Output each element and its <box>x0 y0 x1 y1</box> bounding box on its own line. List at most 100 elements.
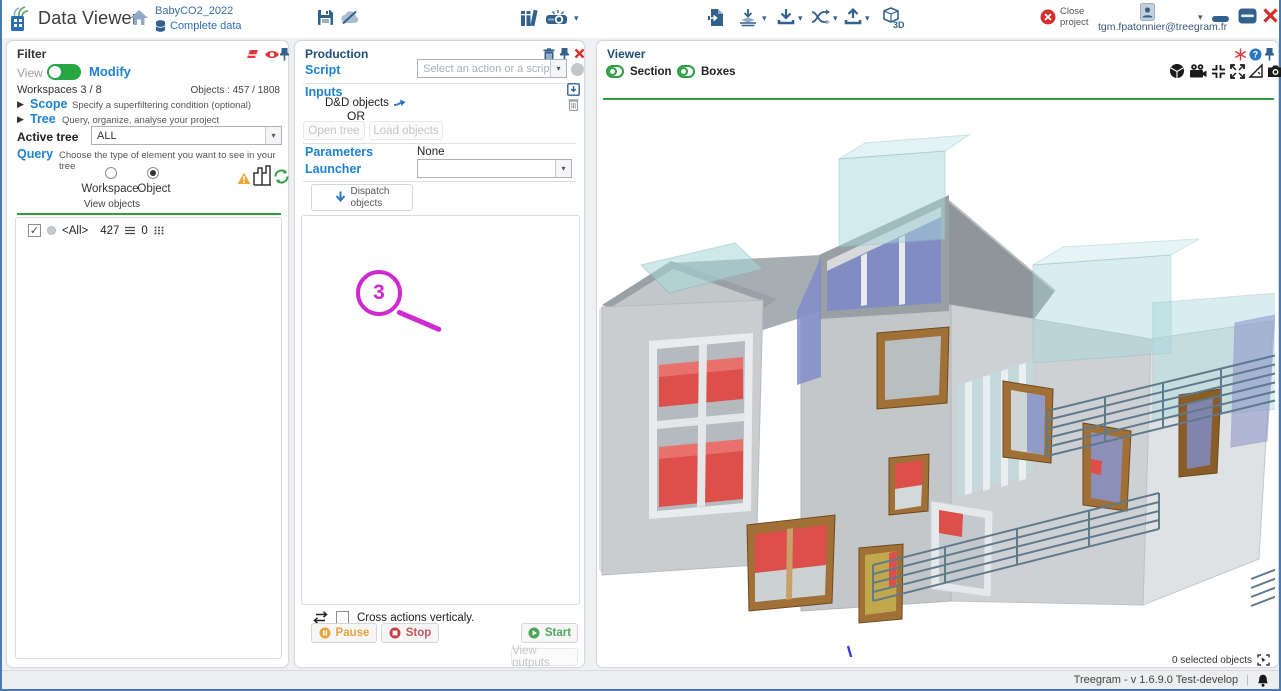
toggle-knob <box>49 66 61 78</box>
object-radio-label[interactable]: Object <box>133 183 175 195</box>
projector-icon[interactable] <box>545 9 569 27</box>
download-icon[interactable] <box>777 8 795 26</box>
filter-panel: Filter View Modify Workspaces 3 / 8 Obje… <box>6 40 289 668</box>
workspace-radio[interactable] <box>105 167 117 179</box>
tree-list[interactable]: ✓ <All> 427 0 <box>15 217 282 659</box>
launcher-caret: ▾ <box>555 160 571 177</box>
save-input-icon[interactable] <box>567 83 580 96</box>
active-tree-select[interactable]: ALL ▾ <box>91 126 282 145</box>
svg-text:3D: 3D <box>893 20 905 29</box>
query-label[interactable]: Query <box>17 147 53 161</box>
minimize-icon[interactable] <box>1212 16 1229 22</box>
selection-status: 0 selected objects <box>1172 654 1270 666</box>
import-onto-stack-icon[interactable] <box>738 8 758 27</box>
scope-expander-icon[interactable]: ▶ <box>17 99 24 110</box>
cube-3d-icon[interactable]: 3D <box>882 7 906 29</box>
close-window-icon[interactable] <box>1262 7 1279 24</box>
project-data-link[interactable]: Complete data <box>170 20 242 32</box>
zoom-fit-in-icon[interactable] <box>1211 64 1226 79</box>
active-tree-label: Active tree <box>17 130 78 144</box>
selected-objects-count: 0 selected objects <box>1172 655 1252 666</box>
objects-count: Objects : 457 / 1808 <box>190 85 280 96</box>
tree-label[interactable]: Tree <box>30 112 56 126</box>
version-label: Treegram - v 1.6.9.0 Test-develop <box>1074 674 1238 686</box>
library-icon[interactable] <box>520 8 538 27</box>
zoom-extents-icon[interactable] <box>1230 64 1245 79</box>
dispatch-objects-button[interactable]: Dispatch objects <box>311 184 413 211</box>
start-button[interactable]: Start <box>521 623 578 643</box>
stop-button[interactable]: Stop <box>381 623 439 643</box>
refresh-icon[interactable] <box>273 168 290 185</box>
home-icon[interactable] <box>129 9 149 26</box>
clear-inputs-trash-icon[interactable] <box>568 98 579 111</box>
divider <box>303 181 576 182</box>
pin-icon[interactable] <box>1264 47 1275 61</box>
pause-button[interactable]: Pause <box>311 623 377 643</box>
dnd-objects-row[interactable]: D&D objects <box>325 97 406 109</box>
building-3d-model[interactable] <box>599 101 1275 657</box>
filter-divider <box>17 213 281 215</box>
boxes-toggle[interactable] <box>677 65 695 78</box>
view-modify-toggle[interactable] <box>47 64 81 80</box>
boxes-toggle-knob <box>679 67 688 76</box>
import-report-icon[interactable] <box>708 8 724 27</box>
close-project-icon[interactable] <box>1040 9 1056 25</box>
view-label: View <box>17 66 43 80</box>
shuffle-caret[interactable]: ▾ <box>833 14 838 23</box>
top-toolbar: Data Viewer BabyCO2_2022 Complete data ▾… <box>2 0 1279 38</box>
save-icon[interactable] <box>317 9 334 26</box>
section-toggle[interactable] <box>606 65 624 78</box>
pause-label: Pause <box>336 627 370 639</box>
open-tree-button[interactable]: Open tree <box>303 121 365 140</box>
boxes-toggle-label[interactable]: Boxes <box>701 66 736 78</box>
projector-dropdown-caret[interactable]: ▾ <box>574 14 579 23</box>
user-badge-icon[interactable] <box>1140 3 1155 21</box>
orbit-cube-icon[interactable] <box>1169 63 1185 79</box>
snowflake-icon[interactable] <box>1234 48 1247 61</box>
movie-camera-icon[interactable] <box>1189 64 1207 78</box>
scope-label[interactable]: Scope <box>30 97 68 111</box>
maximize-icon[interactable] <box>1238 8 1257 24</box>
pin-icon[interactable] <box>279 47 290 61</box>
download-caret[interactable]: ▾ <box>798 14 803 23</box>
viewer-divider <box>603 98 1274 100</box>
view-outputs-button[interactable]: View outputs <box>511 648 578 666</box>
view-objects-label[interactable]: View objects <box>52 199 172 210</box>
section-toggle-label[interactable]: Section <box>630 66 672 78</box>
viewer-panel: Viewer ? Section Boxes <box>596 40 1279 668</box>
eye-icon[interactable] <box>264 49 280 60</box>
shuffle-icon[interactable] <box>811 9 831 25</box>
measure-tool-icon[interactable] <box>1248 63 1264 79</box>
production-drop-area[interactable] <box>301 215 580 605</box>
tree-row-all[interactable]: ✓ <All> 427 0 <box>28 224 164 237</box>
tree-expander-icon[interactable]: ▶ <box>17 114 24 125</box>
snapshot-camera-icon[interactable] <box>1267 64 1281 78</box>
building-view-icon[interactable] <box>253 165 272 186</box>
status-separator: | <box>1246 674 1249 686</box>
modify-label[interactable]: Modify <box>89 64 131 79</box>
parameters-label: Parameters <box>305 145 373 159</box>
import-stack-caret[interactable]: ▾ <box>762 14 767 23</box>
pause-icon <box>319 627 331 639</box>
tree-row-label: <All> <box>62 225 88 237</box>
launcher-select[interactable]: ▾ <box>417 159 572 178</box>
svg-text:?: ? <box>1253 50 1259 60</box>
eraser-icon[interactable] <box>245 48 260 60</box>
cloud-sync-disabled-icon[interactable] <box>340 10 362 25</box>
view-outputs-label: View outputs <box>512 645 577 669</box>
help-icon[interactable]: ? <box>1249 48 1262 61</box>
upload-icon[interactable] <box>844 8 862 26</box>
load-objects-button[interactable]: Load objects <box>369 121 443 140</box>
upload-caret[interactable]: ▾ <box>865 14 870 23</box>
open-tree-label: Open tree <box>308 125 359 137</box>
object-radio[interactable] <box>147 167 159 179</box>
notification-bell-icon[interactable] <box>1257 674 1269 687</box>
account-dropdown-caret[interactable]: ▾ <box>1198 13 1203 22</box>
script-select[interactable]: Select an action or a script ▾ <box>417 59 567 78</box>
close-project-label[interactable]: Close project <box>1060 7 1089 29</box>
production-panel: Production Script Select an action or a … <box>294 40 585 668</box>
close-panel-icon[interactable] <box>574 48 585 59</box>
app-window: Data Viewer BabyCO2_2022 Complete data ▾… <box>0 0 1281 691</box>
launcher-label: Launcher <box>305 162 361 176</box>
tree-row-checkbox[interactable]: ✓ <box>28 224 41 237</box>
